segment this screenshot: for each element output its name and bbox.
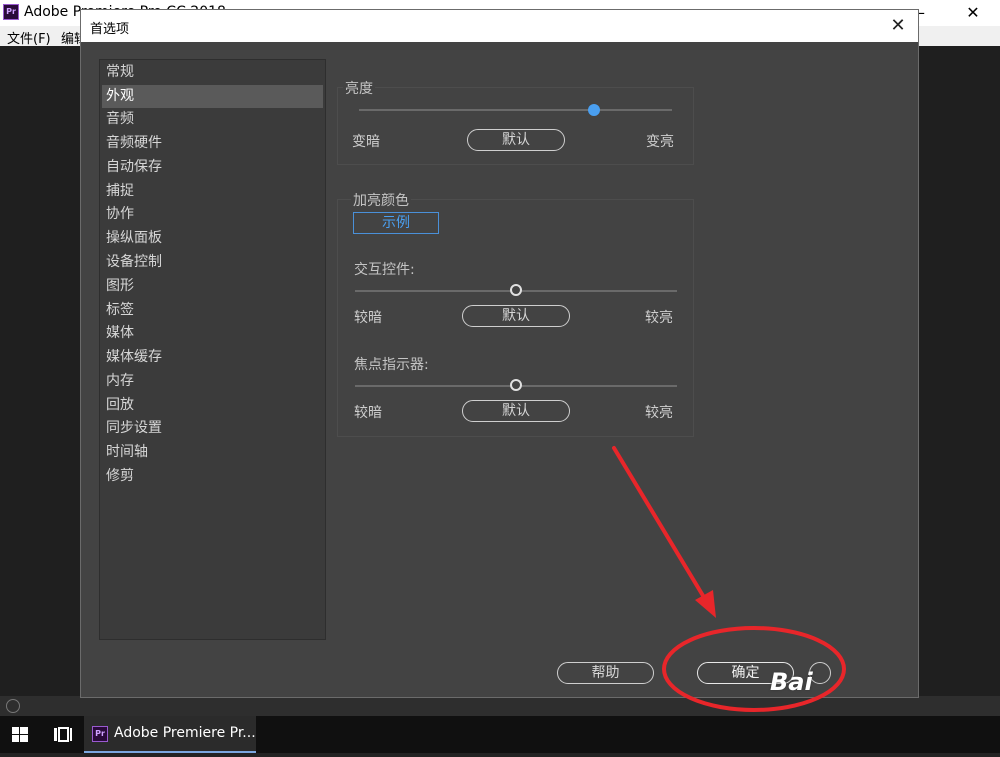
category-item-media-cache[interactable]: 媒体缓存 (102, 346, 323, 369)
highlight-color-label: 加亮颜色 (351, 190, 411, 210)
focus-indicators-lighter-label: 较亮 (645, 405, 673, 421)
category-item-control-surface[interactable]: 操纵面板 (102, 227, 323, 250)
preferences-dialog: 首选项 ✕ 常规 外观 音频 音频硬件 自动保存 捕捉 协作 操纵面板 设备控制… (80, 9, 919, 698)
taskbar-premiere-button[interactable]: Pr Adobe Premiere Pr... (84, 716, 256, 753)
category-list: 常规 外观 音频 音频硬件 自动保存 捕捉 协作 操纵面板 设备控制 图形 标签… (99, 59, 326, 640)
task-view-button[interactable] (42, 716, 82, 753)
focus-indicators-default-button[interactable]: 默认 (462, 400, 570, 422)
task-view-icon (54, 727, 72, 742)
brightness-group (337, 87, 694, 165)
category-item-trim[interactable]: 修剪 (102, 465, 323, 488)
category-item-audio-hardware[interactable]: 音频硬件 (102, 132, 323, 155)
category-item-labels[interactable]: 标签 (102, 299, 323, 322)
category-item-device-control[interactable]: 设备控制 (102, 251, 323, 274)
dialog-titlebar: 首选项 ✕ (81, 10, 918, 42)
dialog-body: 常规 外观 音频 音频硬件 自动保存 捕捉 协作 操纵面板 设备控制 图形 标签… (81, 42, 918, 697)
category-item-collaboration[interactable]: 协作 (102, 203, 323, 226)
category-item-audio[interactable]: 音频 (102, 108, 323, 131)
category-item-autosave[interactable]: 自动保存 (102, 156, 323, 179)
creative-cloud-icon[interactable] (6, 699, 20, 713)
brightness-slider-knob[interactable] (588, 104, 600, 116)
taskbar: Pr Adobe Premiere Pr... (0, 716, 1000, 753)
interactive-controls-default-button[interactable]: 默认 (462, 305, 570, 327)
dialog-close-button[interactable]: ✕ (884, 12, 912, 40)
focus-indicators-slider-knob[interactable] (510, 379, 522, 391)
category-item-capture[interactable]: 捕捉 (102, 180, 323, 203)
app-statusbar (0, 696, 1000, 716)
baidu-watermark: Bai (770, 668, 813, 696)
category-item-appearance[interactable]: 外观 (102, 85, 323, 108)
help-button[interactable]: 帮助 (557, 662, 654, 684)
focus-indicators-label: 焦点指示器: (354, 357, 429, 373)
category-item-playback[interactable]: 回放 (102, 394, 323, 417)
highlight-color-sample[interactable]: 示例 (353, 212, 439, 234)
category-item-media[interactable]: 媒体 (102, 322, 323, 345)
interactive-controls-slider-knob[interactable] (510, 284, 522, 296)
interactive-controls-darker-label: 较暗 (354, 310, 382, 326)
taskbar-app-label: Adobe Premiere Pr... (114, 725, 256, 741)
category-item-memory[interactable]: 内存 (102, 370, 323, 393)
start-button[interactable] (0, 716, 40, 753)
interactive-controls-label: 交互控件: (354, 262, 415, 278)
category-item-graphics[interactable]: 图形 (102, 275, 323, 298)
dialog-title: 首选项 (90, 22, 130, 37)
menu-file[interactable]: 文件(F) (7, 28, 51, 47)
brightness-default-button[interactable]: 默认 (467, 129, 565, 151)
category-item-sync-settings[interactable]: 同步设置 (102, 417, 323, 440)
premiere-logo-icon: Pr (3, 4, 19, 20)
category-item-general[interactable]: 常规 (102, 61, 323, 84)
brightness-slider-track[interactable] (359, 109, 672, 111)
brightness-darker-label: 变暗 (352, 134, 380, 150)
windows-logo-icon (12, 727, 28, 742)
brightness-label: 亮度 (343, 78, 375, 98)
focus-indicators-darker-label: 较暗 (354, 405, 382, 421)
brightness-lighter-label: 变亮 (646, 134, 674, 150)
app-close-button[interactable]: ✕ (950, 0, 996, 26)
category-item-timeline[interactable]: 时间轴 (102, 441, 323, 464)
interactive-controls-lighter-label: 较亮 (645, 310, 673, 326)
premiere-app-icon: Pr (92, 726, 108, 742)
